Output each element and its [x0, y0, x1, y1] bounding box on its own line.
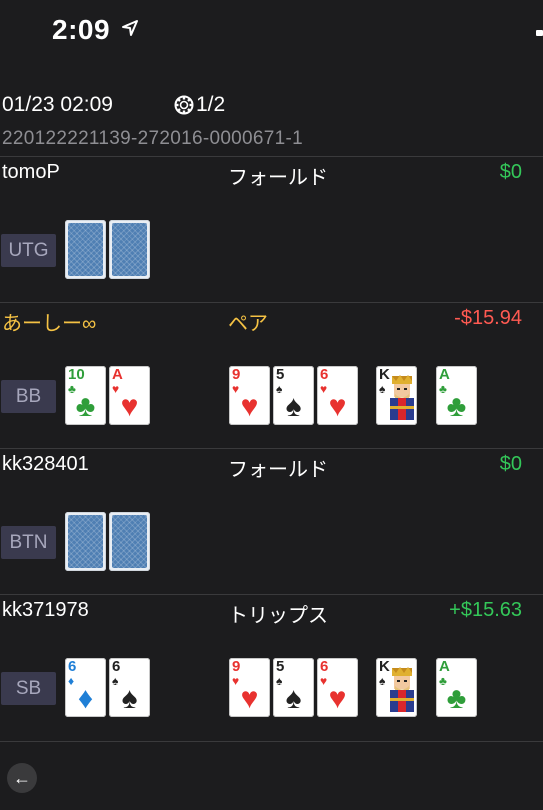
hand-rank-label: トリップス	[228, 605, 328, 627]
hand-rank-label: フォールド	[228, 167, 328, 189]
hand-rank-label: ペア	[228, 313, 268, 335]
card-rank: 6	[320, 366, 329, 383]
clubs-icon: ♣	[75, 390, 96, 423]
card-rank: 10	[68, 366, 85, 383]
clubs-icon: ♣	[446, 682, 467, 715]
hearts-icon: ♥	[240, 390, 259, 423]
hearts-icon: ♥	[328, 390, 347, 423]
board-card: 5 ♠ ♠	[273, 658, 314, 717]
hole-card: A ♥ ♥	[109, 366, 150, 425]
board-card: 5 ♠ ♠	[273, 366, 314, 425]
player-result: $0	[499, 453, 522, 475]
player-result: -$15.94	[454, 307, 522, 329]
status-time: 2:09	[52, 14, 111, 45]
card-rank: A	[439, 658, 450, 675]
card-rank: 5	[276, 366, 285, 383]
card-back	[65, 512, 106, 571]
hole-card: 10 ♣ ♣	[65, 366, 106, 425]
spades-icon: ♠	[379, 674, 386, 688]
position-badge: SB	[1, 672, 56, 705]
card-back	[65, 220, 106, 279]
location-arrow-icon	[122, 20, 138, 36]
status-edge-indicator	[536, 30, 543, 36]
card-rank: 6	[320, 658, 329, 675]
board-card: 6 ♥ ♥	[317, 366, 358, 425]
position-badge: BB	[1, 380, 56, 413]
hearts-icon: ♥	[120, 390, 139, 423]
divider	[0, 741, 543, 742]
divider	[0, 594, 543, 595]
board-card: A ♣ ♣	[436, 366, 477, 425]
player-name: kk371978	[2, 599, 89, 621]
player-name: kk328401	[2, 453, 89, 475]
hand-rank-label: フォールド	[228, 459, 328, 481]
divider	[0, 302, 543, 303]
spades-icon: ♠	[121, 682, 138, 715]
spades-icon: ♠	[285, 390, 302, 423]
card-rank: 9	[232, 658, 241, 675]
player-name: tomoP	[2, 161, 60, 183]
player-result: +$15.63	[449, 599, 522, 621]
card-rank: 6	[68, 658, 77, 675]
diamonds-icon: ♦	[77, 682, 94, 715]
hole-card: 6 ♠ ♠	[109, 658, 150, 717]
board-card: 9 ♥ ♥	[229, 366, 270, 425]
card-rank: A	[439, 366, 450, 383]
board-card: K ♠	[376, 366, 417, 425]
divider	[0, 156, 543, 157]
spades-icon: ♠	[379, 382, 386, 396]
hole-card: 6 ♦ ♦	[65, 658, 106, 717]
card-rank: A	[112, 366, 123, 383]
divider	[0, 448, 543, 449]
position-badge: BTN	[1, 526, 56, 559]
hand-id: 220122221139-272016-0000671-1	[2, 128, 304, 149]
card-back	[109, 512, 150, 571]
hearts-icon: ♥	[328, 682, 347, 715]
board-card: 6 ♥ ♥	[317, 658, 358, 717]
board-card: A ♣ ♣	[436, 658, 477, 717]
poker-chip-icon	[174, 95, 194, 115]
player-name: あーしー∞	[2, 313, 97, 335]
back-arrow-icon[interactable]: ←	[7, 763, 37, 793]
position-badge: UTG	[1, 234, 56, 267]
hand-datetime: 01/23 02:09	[2, 93, 113, 116]
spades-icon: ♠	[285, 682, 302, 715]
board-card: K ♠	[376, 658, 417, 717]
card-back	[109, 220, 150, 279]
card-rank: 5	[276, 658, 285, 675]
player-result: $0	[499, 161, 522, 183]
hearts-icon: ♥	[240, 682, 259, 715]
clubs-icon: ♣	[446, 390, 467, 423]
hand-page-indicator[interactable]: 1/2	[196, 93, 225, 117]
card-rank: 9	[232, 366, 241, 383]
board-card: 9 ♥ ♥	[229, 658, 270, 717]
card-rank: 6	[112, 658, 121, 675]
